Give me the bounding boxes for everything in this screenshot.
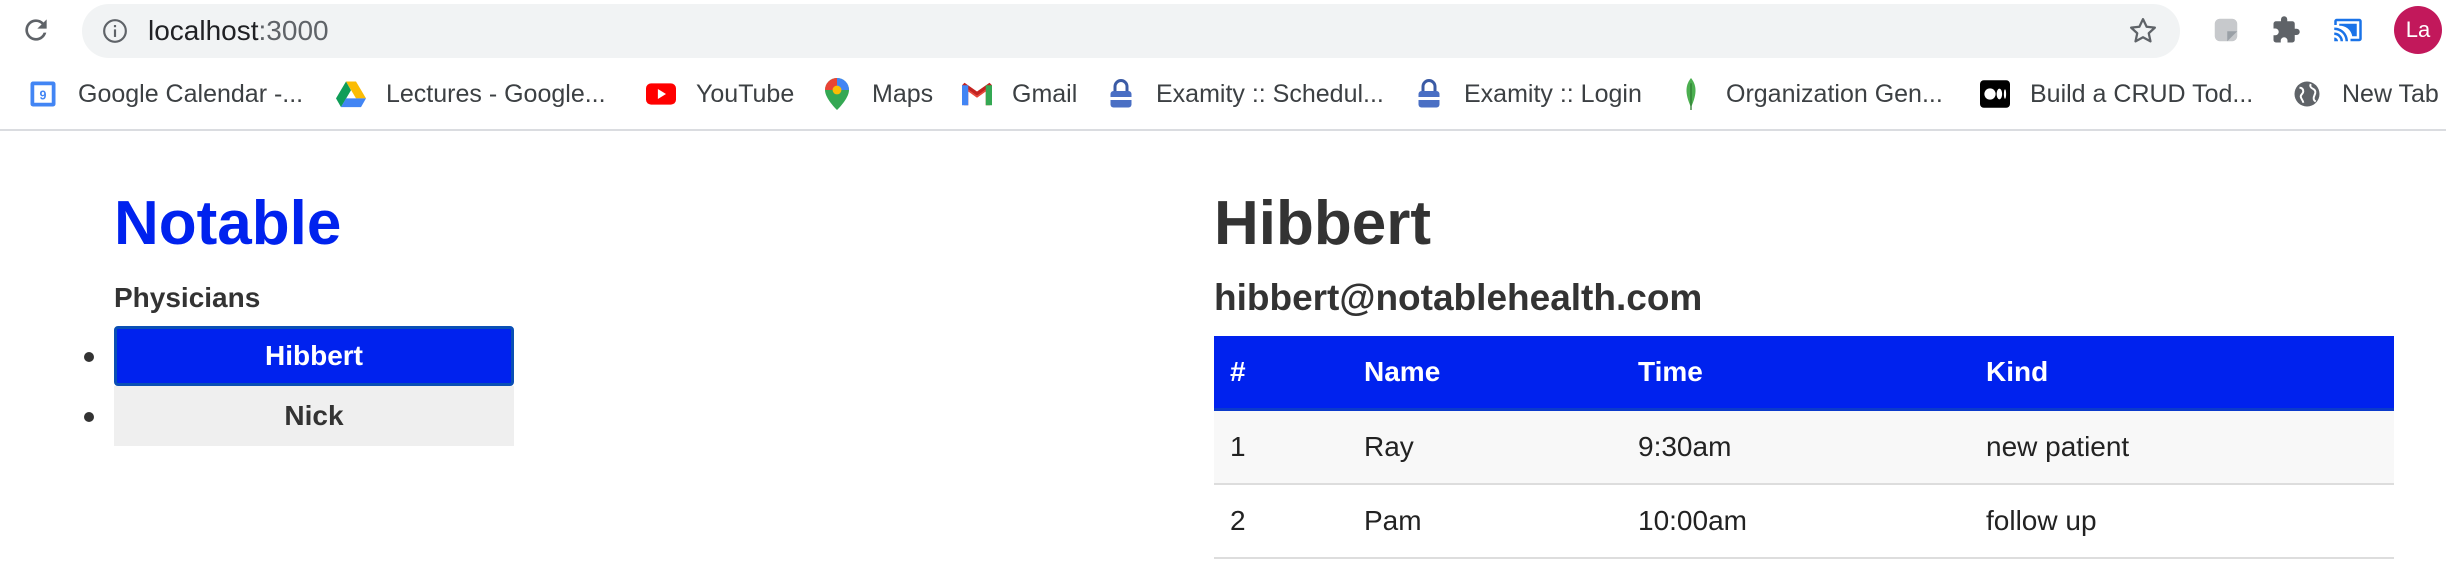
url-port: :3000 — [258, 15, 329, 46]
bookmark-maps[interactable]: Maps — [822, 72, 933, 116]
bookmark-label: Organization Gen... — [1726, 79, 1943, 108]
appointments-table: # Name Time Kind 1 Ray 9:30am new patien… — [1214, 336, 2394, 559]
site-info-icon[interactable] — [102, 18, 128, 44]
bookmark-google-calendar[interactable]: 9 Google Calendar -... — [28, 72, 303, 116]
list-item: Hibbert — [84, 326, 514, 386]
table-cell: new patient — [1970, 409, 2394, 485]
table-cell: 1 — [1214, 409, 1348, 485]
table-cell: Ray — [1348, 409, 1622, 485]
google-drive-icon — [336, 79, 366, 109]
bookmark-lectures[interactable]: Lectures - Google... — [336, 72, 606, 116]
bookmark-label: Google Calendar -... — [78, 79, 304, 108]
list-item: Nick — [84, 386, 514, 446]
maps-pin-icon — [822, 78, 852, 110]
browser-chrome: localhost:3000 La 9 Google Calendar -...… — [0, 0, 2446, 131]
table-header-row: # Name Time Kind — [1214, 336, 2394, 411]
bookmark-youtube[interactable]: YouTube — [646, 72, 794, 116]
app-brand-title: Notable — [114, 189, 342, 258]
table-cell: 2 — [1214, 484, 1348, 559]
bookmark-label: Maps — [872, 79, 934, 108]
bookmark-label: Examity :: Schedul... — [1156, 79, 1384, 108]
table-row: 2 Pam 10:00am follow up — [1214, 484, 2394, 559]
column-header: Time — [1622, 336, 1970, 411]
bookmarks-bar: 9 Google Calendar -... Lectures - Google… — [0, 72, 2446, 116]
reload-icon[interactable] — [14, 10, 58, 50]
leaf-icon — [1676, 78, 1706, 110]
column-header: # — [1214, 336, 1348, 411]
physician-button-hibbert[interactable]: Hibbert — [114, 326, 514, 386]
bookmark-examity-login[interactable]: Examity :: Login — [1414, 72, 1642, 116]
svg-text:9: 9 — [40, 89, 47, 103]
table-row: 1 Ray 9:30am new patient — [1214, 409, 2394, 485]
globe-icon — [2292, 79, 2322, 109]
bookmark-label: YouTube — [696, 79, 795, 108]
table-cell: follow up — [1970, 484, 2394, 559]
gmail-icon — [962, 79, 992, 109]
bookmark-build-crud[interactable]: Build a CRUD Tod... — [1980, 72, 2253, 116]
physicians-heading: Physicians — [114, 282, 261, 313]
table-cell: Pam — [1348, 484, 1622, 559]
bookmark-gmail[interactable]: Gmail — [962, 72, 1077, 116]
url-host: localhost — [148, 15, 259, 46]
cast-icon[interactable] — [2330, 12, 2366, 48]
google-calendar-icon: 9 — [28, 79, 58, 109]
bookmark-examity-schedule[interactable]: Examity :: Schedul... — [1106, 72, 1384, 116]
column-header: Name — [1348, 336, 1622, 411]
bookmark-star-icon[interactable] — [2128, 16, 2158, 46]
bookmark-label: New Tab — [2342, 79, 2439, 108]
address-bar[interactable]: localhost:3000 — [82, 4, 2180, 58]
physician-name: Hibbert — [1214, 189, 1431, 258]
lock-icon — [1414, 79, 1444, 109]
url-text[interactable]: localhost:3000 — [148, 4, 329, 58]
lock-icon — [1106, 79, 1136, 109]
medium-icon — [1980, 79, 2010, 109]
profile-avatar[interactable]: La — [2394, 6, 2442, 54]
physician-list: Hibbert Nick — [84, 326, 514, 446]
physician-button-nick[interactable]: Nick — [114, 386, 514, 446]
youtube-icon — [646, 79, 676, 109]
bookmark-label: Gmail — [1012, 79, 1078, 108]
extensions-puzzle-icon[interactable] — [2268, 12, 2304, 48]
extension-icon[interactable] — [2208, 12, 2244, 48]
column-header: Kind — [1970, 336, 2394, 411]
bookmark-organization[interactable]: Organization Gen... — [1676, 72, 1943, 116]
table-cell: 9:30am — [1622, 409, 1970, 485]
physician-email: hibbert@notablehealth.com — [1214, 277, 1703, 318]
bookmark-label: Lectures - Google... — [386, 79, 606, 108]
table-cell: 10:00am — [1622, 484, 1970, 559]
bookmark-new-tab[interactable]: New Tab — [2292, 72, 2439, 116]
bookmark-label: Examity :: Login — [1464, 79, 1642, 108]
bookmark-label: Build a CRUD Tod... — [2030, 79, 2254, 108]
